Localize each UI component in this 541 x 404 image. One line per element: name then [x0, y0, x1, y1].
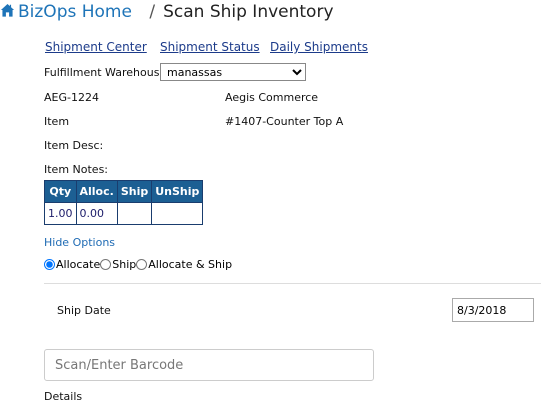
- shipment-status-link[interactable]: Shipment Status: [160, 40, 260, 54]
- home-link[interactable]: BizOps Home: [0, 2, 137, 22]
- page-title: Scan Ship Inventory: [163, 2, 334, 22]
- unship-header: UnShip: [151, 180, 204, 203]
- barcode-scan-input[interactable]: [44, 349, 374, 381]
- hide-options-link[interactable]: Hide Options: [44, 236, 115, 249]
- qty-cell: 1.00: [44, 202, 77, 225]
- section-divider: [44, 283, 541, 284]
- item-desc-label: Item Desc:: [44, 139, 104, 152]
- quantity-table-header-row: Qty Alloc. Ship UnShip: [44, 180, 204, 203]
- details-label: Details: [44, 390, 83, 403]
- warehouse-label: Fulfillment Warehouse: [44, 66, 167, 79]
- ship-date-label: Ship Date: [57, 304, 111, 317]
- action-radio-group: Allocate Ship Allocate & Ship: [44, 258, 232, 271]
- ship-radio-label[interactable]: Ship: [112, 258, 136, 271]
- item-code: AEG-1224: [44, 91, 99, 104]
- allocate-radio-label[interactable]: Allocate: [56, 258, 100, 271]
- ship-date-input[interactable]: [452, 298, 534, 322]
- quantity-table: Qty Alloc. Ship UnShip 1.00 0.00: [44, 180, 204, 225]
- breadcrumb-separator: /: [149, 2, 156, 22]
- home-icon: [0, 3, 15, 17]
- shipment-center-link[interactable]: Shipment Center: [45, 40, 147, 54]
- ship-cell: [116, 202, 153, 225]
- qty-header: Qty: [44, 180, 77, 203]
- unship-cell: [151, 202, 204, 225]
- ship-radio[interactable]: [100, 259, 112, 270]
- allocate-and-ship-radio[interactable]: [136, 259, 148, 270]
- allocate-radio[interactable]: [44, 259, 55, 270]
- item-label: Item: [44, 115, 70, 128]
- ship-header: Ship: [116, 180, 153, 203]
- alloc-cell: 0.00: [75, 202, 118, 225]
- home-link-label: BizOps Home: [18, 2, 132, 22]
- item-value: #1407-Counter Top A: [225, 115, 344, 128]
- warehouse-select[interactable]: manassas: [160, 63, 306, 81]
- table-row: 1.00 0.00: [44, 202, 204, 225]
- item-notes-label: Item Notes:: [44, 163, 109, 176]
- alloc-header: Alloc.: [75, 180, 118, 203]
- company-name: Aegis Commerce: [225, 91, 319, 104]
- breadcrumb: BizOps Home / Scan Ship Inventory: [0, 2, 334, 22]
- daily-shipments-link[interactable]: Daily Shipments: [270, 40, 368, 54]
- allocate-and-ship-radio-label[interactable]: Allocate & Ship: [148, 258, 232, 271]
